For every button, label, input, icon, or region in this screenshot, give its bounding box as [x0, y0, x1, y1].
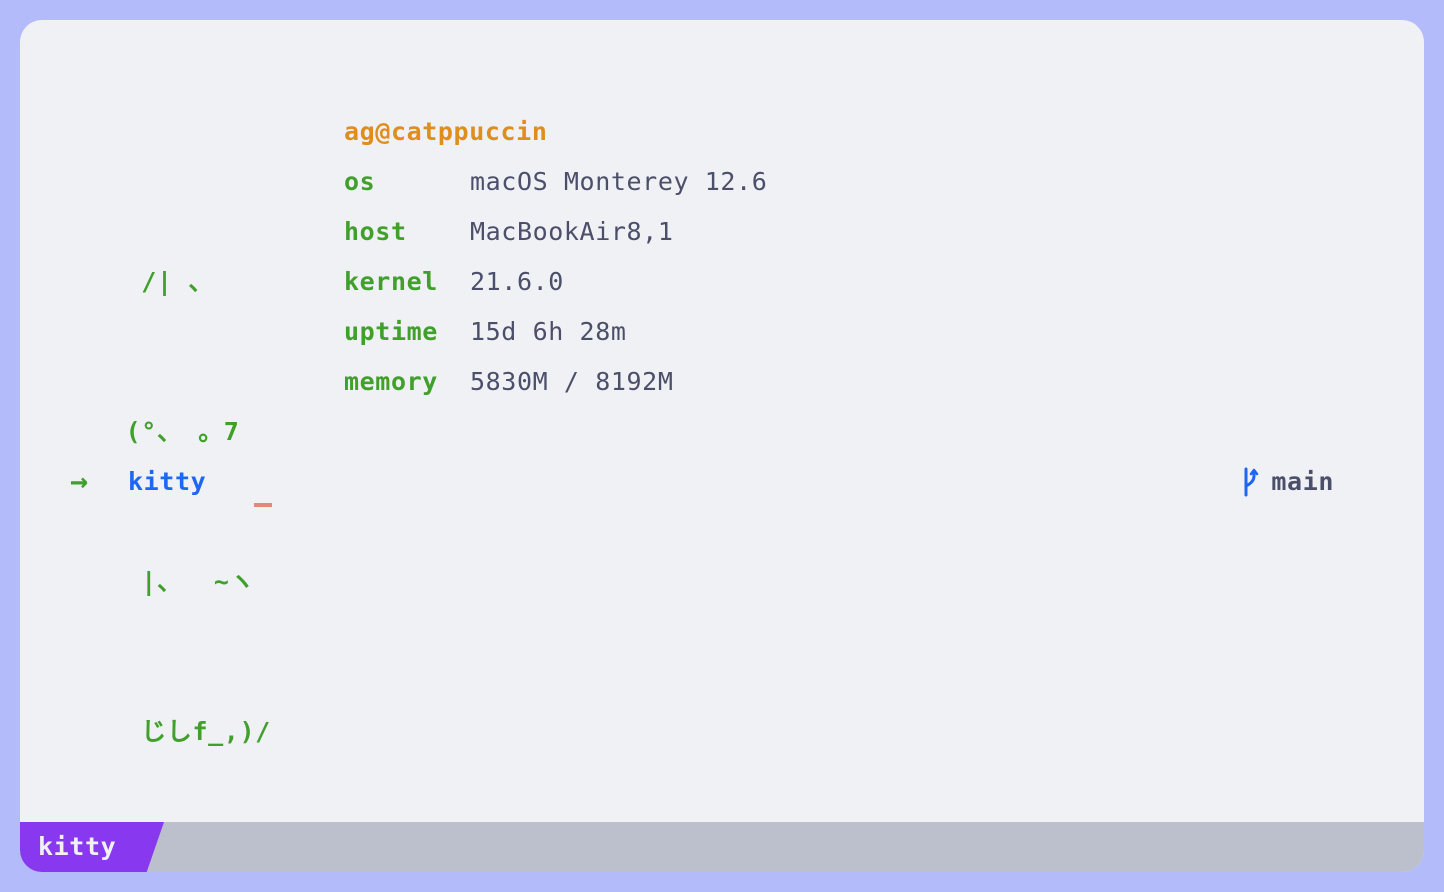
info-row-memory: memory 5830M / 8192M: [344, 357, 767, 407]
info-key: uptime: [344, 317, 438, 346]
info-value: macOS Monterey 12.6: [470, 167, 768, 196]
git-branch-name: main: [1271, 467, 1334, 496]
prompt-arrow-icon: →: [70, 464, 89, 499]
info-row-os: os macOS Monterey 12.6: [344, 157, 767, 207]
tab-bar: kitty: [20, 822, 1424, 872]
shell-prompt[interactable]: → kitty: [70, 457, 206, 507]
info-row-host: host MacBookAir8,1: [344, 207, 767, 257]
info-value: 21.6.0: [470, 267, 564, 296]
terminal-window[interactable]: /| 、 (°、 。7 |、 ~ヽ じしf_,)/ ag@catppuccin …: [20, 20, 1424, 872]
user-host: ag@catppuccin: [344, 117, 548, 146]
info-value: 5830M / 8192M: [470, 367, 674, 396]
ascii-line: /| 、: [110, 267, 214, 296]
info-key: host: [344, 217, 407, 246]
info-key: os: [344, 167, 376, 196]
git-branch-indicator: main: [1237, 457, 1334, 507]
info-row-kernel: kernel 21.6.0: [344, 257, 767, 307]
ascii-cat-art: /| 、 (°、 。7 |、 ~ヽ じしf_,)/: [110, 157, 271, 857]
git-branch-icon: [1244, 467, 1259, 497]
ascii-line: (°、 。7: [110, 417, 240, 446]
text-cursor: [254, 503, 272, 507]
current-directory: kitty: [128, 467, 207, 496]
system-info: ag@catppuccin os macOS Monterey 12.6 hos…: [344, 107, 767, 407]
ascii-line: じしf_,)/: [110, 717, 271, 746]
info-key: kernel: [344, 267, 438, 296]
info-row-uptime: uptime 15d 6h 28m: [344, 307, 767, 357]
ascii-line: |、 ~ヽ: [110, 567, 256, 596]
info-value: 15d 6h 28m: [470, 317, 627, 346]
tab-kitty[interactable]: kitty: [20, 822, 164, 872]
info-key: memory: [344, 367, 438, 396]
info-value: MacBookAir8,1: [470, 217, 674, 246]
